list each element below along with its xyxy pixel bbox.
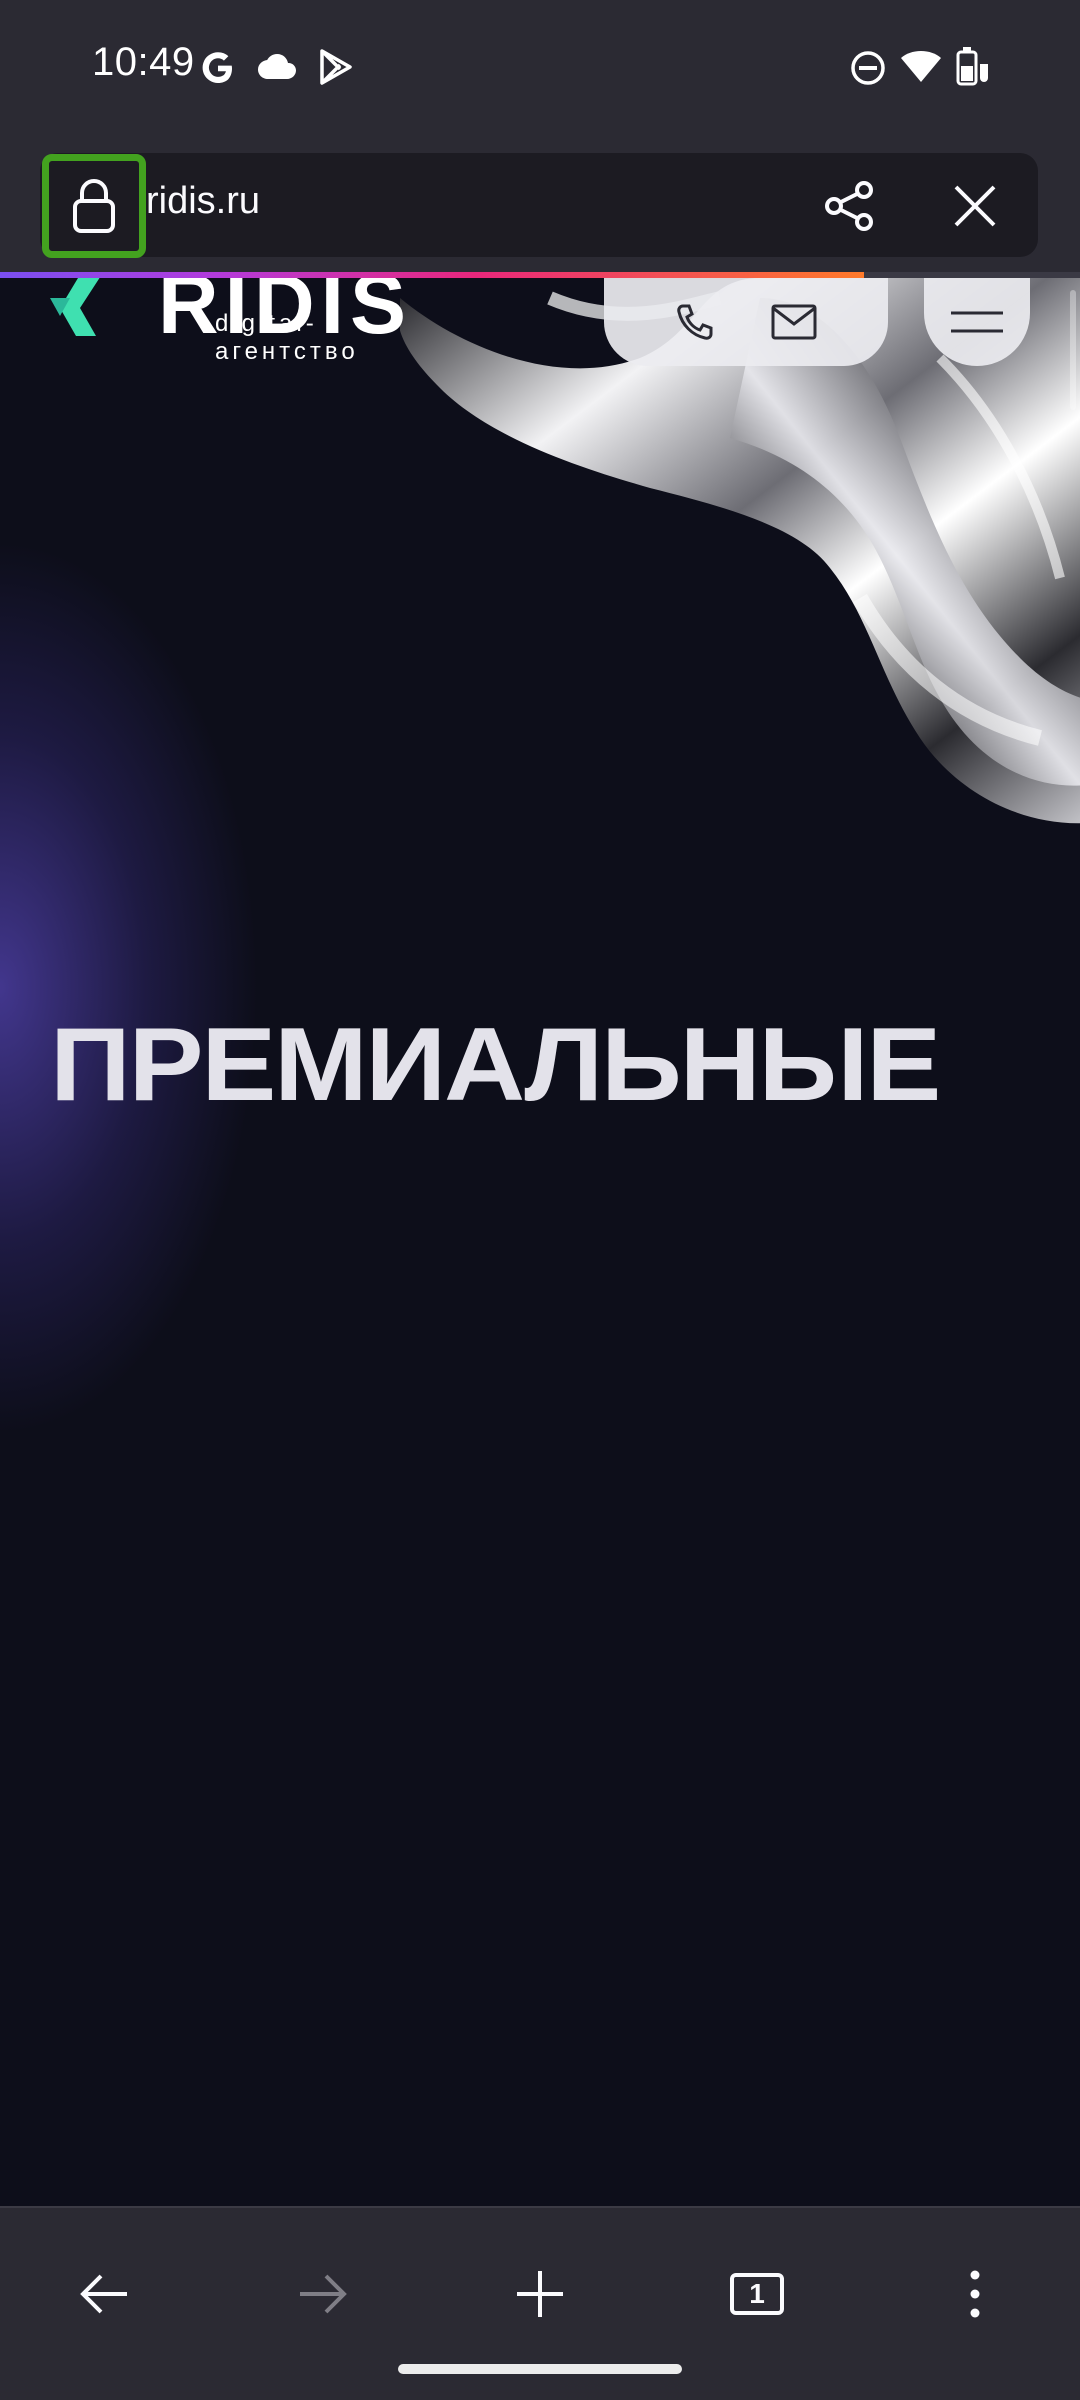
- more-icon: [970, 2270, 980, 2318]
- contact-buttons: [604, 278, 888, 366]
- forward-icon: [300, 2274, 347, 2314]
- home-indicator[interactable]: [398, 2364, 682, 2374]
- logo-subtitle: digital-агентство: [215, 310, 359, 365]
- forward-button[interactable]: [262, 2244, 382, 2344]
- tabs-button[interactable]: 1: [697, 2244, 817, 2344]
- lock-icon: [73, 179, 115, 233]
- more-menu-button[interactable]: [915, 2244, 1035, 2344]
- back-button[interactable]: [45, 2244, 165, 2344]
- new-tab-button[interactable]: [480, 2244, 600, 2344]
- background-glow: [0, 538, 260, 1438]
- web-page-content[interactable]: RIDIS digital-агентство ПРЕМИАЛЬНЫЕ: [0, 278, 1080, 2206]
- tabs-icon: 1: [730, 2273, 784, 2315]
- phone-icon[interactable]: [675, 302, 715, 342]
- close-icon: [954, 185, 996, 227]
- back-icon: [80, 2274, 127, 2314]
- google-icon: [202, 52, 232, 83]
- tab-count: 1: [749, 2278, 765, 2309]
- hamburger-menu-icon: [951, 311, 1003, 333]
- status-time: 10:49: [92, 40, 195, 84]
- battery-charging-icon: [956, 47, 988, 86]
- share-button[interactable]: [790, 156, 910, 256]
- url-text[interactable]: ridis.ru: [146, 180, 260, 223]
- new-tab-icon: [517, 2271, 563, 2317]
- status-bar: 10:49: [0, 0, 1080, 138]
- close-button[interactable]: [915, 156, 1035, 256]
- mail-icon[interactable]: [771, 304, 817, 340]
- hero-headline: ПРЕМИАЛЬНЫЕ: [50, 1007, 941, 1123]
- logo-mark-icon: [50, 278, 100, 336]
- share-icon: [825, 181, 873, 231]
- page-scrollbar[interactable]: [1070, 290, 1076, 410]
- play-store-icon: [320, 49, 352, 85]
- do-not-disturb-icon: [851, 51, 885, 85]
- wifi-icon: [901, 51, 941, 82]
- cloud-icon: [258, 54, 296, 79]
- lock-icon-button[interactable]: [42, 154, 146, 258]
